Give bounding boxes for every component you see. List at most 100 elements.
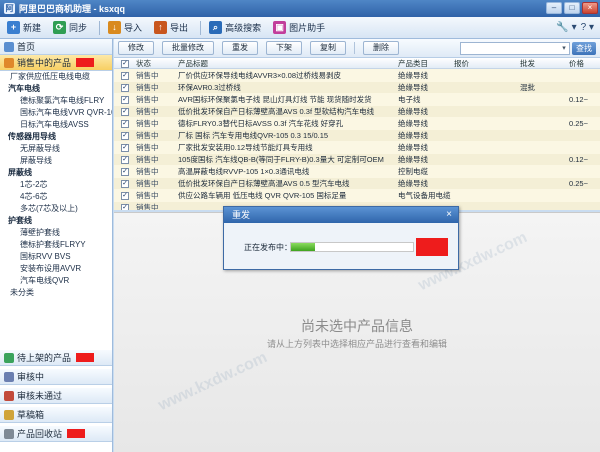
row-checkbox[interactable]: ✓ xyxy=(121,84,129,92)
col-quote[interactable]: 报价 xyxy=(454,58,484,69)
row-category: 绝缘导线 xyxy=(398,155,428,164)
row-price: 0.25~ xyxy=(569,179,588,188)
delete-button[interactable]: 删除 xyxy=(363,41,399,55)
row-checkbox[interactable]: ✓ xyxy=(121,168,129,176)
close-window-button[interactable]: × xyxy=(582,2,598,14)
row-checkbox[interactable]: ✓ xyxy=(121,204,129,210)
category-item[interactable]: 日标汽车电线AVSS xyxy=(0,119,112,131)
col-status[interactable]: 状态 xyxy=(136,58,176,69)
row-status: 销售中 xyxy=(136,191,159,200)
row-checkbox[interactable]: ✓ xyxy=(121,72,129,80)
edit-button[interactable]: 修改 xyxy=(118,41,154,55)
row-checkbox[interactable]: ✓ xyxy=(121,96,129,104)
sidebar-home-label: 首页 xyxy=(17,42,36,52)
sidebar-rejected[interactable]: 审核未通过 xyxy=(0,388,112,404)
row-checkbox[interactable]: ✓ xyxy=(121,192,129,200)
row-category: 绝缘导线 xyxy=(398,71,428,80)
col-category[interactable]: 产品类目 xyxy=(398,58,444,69)
dialog-title: 重发 xyxy=(224,207,458,223)
category-item[interactable]: 薄壁护套线 xyxy=(0,227,112,239)
category-group[interactable]: 汽车电线 xyxy=(0,83,112,95)
category-item[interactable]: 未分类 xyxy=(0,287,112,299)
col-title[interactable]: 产品标题 xyxy=(178,58,378,69)
category-group[interactable]: 护套线 xyxy=(0,215,112,227)
table-row[interactable]: ✓ 销售中 105度国标 汽车线QB-B(等同于FLRY-B)0.3量大 可定制可O… xyxy=(114,154,600,165)
category-item[interactable]: 国标RVV BVS xyxy=(0,251,112,263)
table-row[interactable]: ✓ 销售中 厂标 国标 汽车专用电线QVR-105 0.3 15/0.15 绝缘导线 xyxy=(114,130,600,141)
row-category: 绝缘导线 xyxy=(398,179,428,188)
col-wholesale[interactable]: 批发 xyxy=(520,58,550,69)
table-row[interactable]: ✓ 销售中 厂价供应环保导线电线AVVR3×0.08过桥线易剥皮 绝缘导线 xyxy=(114,70,600,81)
import-label: 导入 xyxy=(124,23,143,33)
table-row[interactable]: ✓ 销售中 高温屏蔽电线RVVP-105 1×0.3通讯电线 控制电缆 xyxy=(114,166,600,177)
sync-button[interactable]: ⟳ 同步 xyxy=(49,19,91,36)
row-checkbox[interactable]: ✓ xyxy=(121,108,129,116)
new-button[interactable]: + 新建 xyxy=(3,19,45,36)
category-item[interactable]: 安装布设用AVVR xyxy=(0,263,112,275)
chevron-down-icon[interactable]: ▾ xyxy=(559,43,569,54)
search-combobox[interactable]: ▾ xyxy=(460,42,570,55)
batch-edit-button[interactable]: 批量修改 xyxy=(162,41,214,55)
search-button[interactable]: 查找 xyxy=(572,42,596,55)
copy-button[interactable]: 复制 xyxy=(310,41,346,55)
row-category: 绝缘导线 xyxy=(398,119,428,128)
table-row[interactable]: ✓ 销售中 低价批发环保自产日标薄壁高温AVS 0.3f 型软结构汽车电线 绝缘导线 xyxy=(114,106,600,117)
sidebar-pending[interactable]: 待上架的产品 xyxy=(0,350,112,366)
sidebar-home[interactable]: 首页 xyxy=(0,39,112,55)
row-status: 销售中 xyxy=(136,119,159,128)
close-icon[interactable]: × xyxy=(443,209,455,221)
magnifier-icon: ⌕ xyxy=(209,21,223,34)
category-item[interactable]: 汽车电线QVR xyxy=(0,275,112,287)
category-item[interactable]: 德标聚氯汽车电线FLRY xyxy=(0,95,112,107)
col-price[interactable]: 价格 xyxy=(569,58,599,69)
table-row[interactable]: ✓ 销售中 德标FLRY0.3替代日标AVSS 0.3f 汽车花线 好穿孔 绝缘导线 0… xyxy=(114,118,600,129)
toolbar-divider xyxy=(99,20,101,35)
table-row[interactable]: ✓ 销售中 供应公路车辆用 低压电线 QVR QVR-105 国标足量 电气设备用电缆 xyxy=(114,190,600,201)
category-item[interactable]: 4芯-6芯 xyxy=(0,191,112,203)
table-row[interactable]: ✓ 销售中 厂家批发安装用0.12导线节能灯具专用线 绝缘导线 xyxy=(114,142,600,153)
empty-state-hint: 请从上方列表中选择相应产品进行查看和编辑 xyxy=(266,339,447,349)
category-item[interactable]: 多芯(7芯及以上) xyxy=(0,203,112,215)
category-item[interactable]: 屏蔽导线 xyxy=(0,155,112,167)
image-helper-button[interactable]: ▣ 图片助手 xyxy=(269,19,329,36)
category-item[interactable]: 德标护套线FLRYY xyxy=(0,239,112,251)
export-button[interactable]: ↑ 导出 xyxy=(150,19,192,36)
select-all-checkbox[interactable]: ✓ xyxy=(121,60,129,68)
row-checkbox[interactable]: ✓ xyxy=(121,132,129,140)
sidebar-drafts[interactable]: 草稿箱 xyxy=(0,407,112,423)
delist-button[interactable]: 下架 xyxy=(266,41,302,55)
category-item[interactable]: 厂家供应低压电线电缆 xyxy=(0,71,112,83)
sidebar-on-sale[interactable]: 销售中的产品 xyxy=(0,55,112,71)
row-checkbox[interactable]: ✓ xyxy=(121,120,129,128)
table-row[interactable]: ✓ 销售中 环保AVR0.3过桥线 绝缘导线 混批 xyxy=(114,82,600,93)
republish-dialog: 重发 × 正在发布中： xyxy=(223,206,459,270)
table-row[interactable]: ✓ 销售中 AVR国标环保聚氯电子线 昆山灯具灯线 节能 现货随时发货 电子线 0.12… xyxy=(114,94,600,105)
row-checkbox[interactable]: ✓ xyxy=(121,180,129,188)
count-redaction xyxy=(76,353,95,362)
help-menu-icon[interactable]: ? ▾ xyxy=(581,22,594,33)
republish-button[interactable]: 重发 xyxy=(222,41,258,55)
row-category: 控制电缆 xyxy=(398,167,428,176)
rejected-icon xyxy=(4,390,14,401)
category-item[interactable]: 1芯-2芯 xyxy=(0,179,112,191)
sidebar-on-sale-label: 销售中的产品 xyxy=(17,58,72,68)
maximize-button[interactable]: □ xyxy=(564,2,580,14)
category-item[interactable]: 国标汽车电线VVR QVR-105 xyxy=(0,107,112,119)
row-checkbox[interactable]: ✓ xyxy=(121,144,129,152)
import-button[interactable]: ↓ 导入 xyxy=(104,19,146,36)
sidebar-recycle[interactable]: 产品回收站 xyxy=(0,426,112,442)
category-group[interactable]: 传感器用导线 xyxy=(0,131,112,143)
row-title: AVR国标环保聚氯电子线 昆山灯具灯线 节能 现货随时发货 xyxy=(178,95,372,104)
minimize-button[interactable]: – xyxy=(546,2,562,14)
table-row[interactable]: ✓ 销售中 低价批发环保自产日标薄壁高温AVS 0.5 型汽车电线 绝缘导线 0.25~ xyxy=(114,178,600,189)
row-status: 销售中 xyxy=(136,107,159,116)
count-redaction xyxy=(67,429,86,438)
advanced-search-button[interactable]: ⌕ 高级搜索 xyxy=(205,19,265,36)
category-group[interactable]: 屏蔽线 xyxy=(0,167,112,179)
tools-menu-icon[interactable]: 🔧 ▾ xyxy=(556,22,576,33)
category-item[interactable]: 无屏蔽导线 xyxy=(0,143,112,155)
sidebar-reviewing[interactable]: 审核中 xyxy=(0,369,112,385)
row-category: 绝缘导线 xyxy=(398,83,428,92)
row-category: 电气设备用电缆 xyxy=(398,191,451,200)
row-checkbox[interactable]: ✓ xyxy=(121,156,129,164)
